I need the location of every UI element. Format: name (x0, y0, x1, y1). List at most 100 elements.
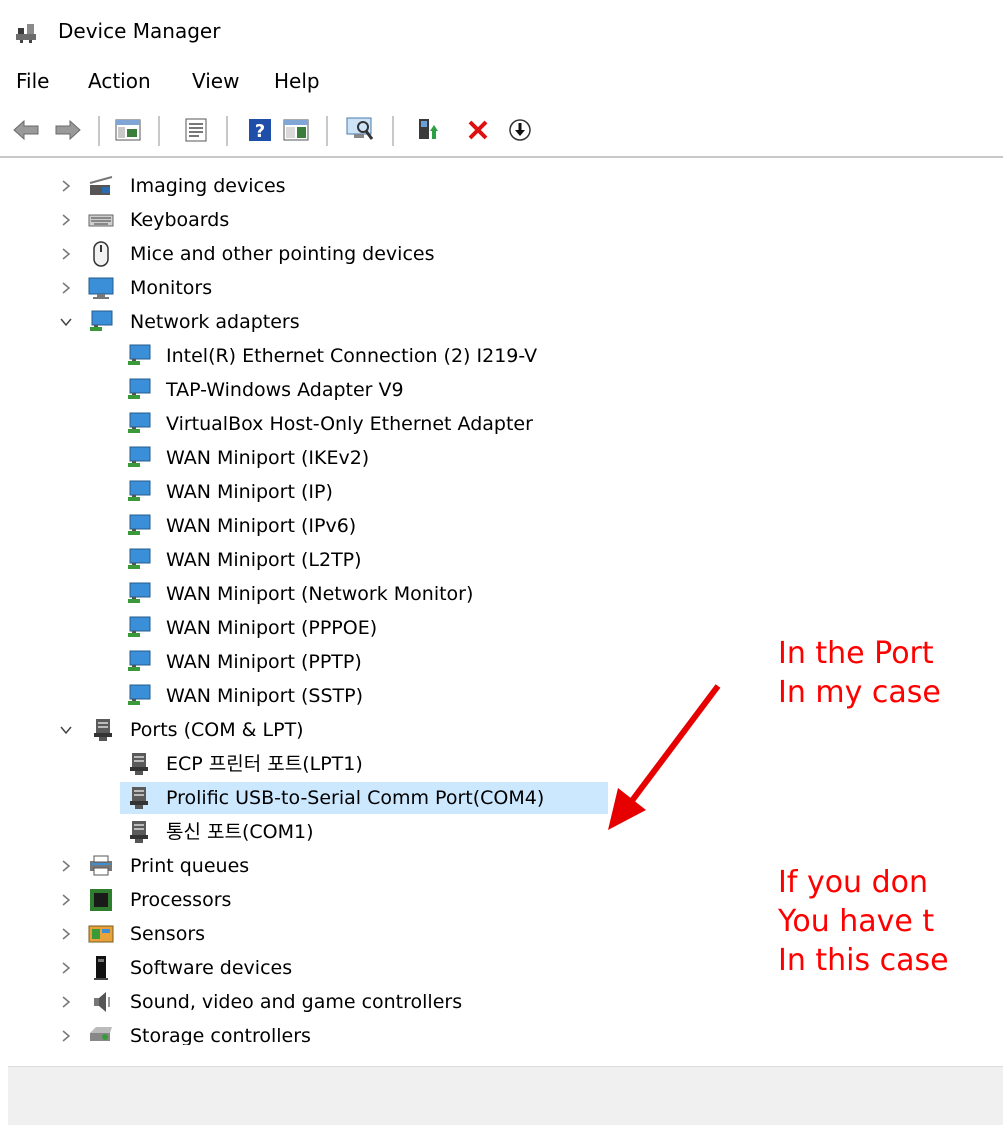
tree-item-print-queues[interactable]: Print queues (0, 849, 700, 883)
tree-item-software-devices[interactable]: Software devices (0, 951, 700, 985)
network-adapter-icon (128, 650, 151, 671)
action-pane-icon[interactable] (280, 114, 312, 146)
back-icon[interactable] (10, 114, 42, 146)
status-bar (8, 1066, 1003, 1125)
chevron-down-icon[interactable] (56, 305, 76, 339)
port-connector-icon (94, 719, 112, 741)
tree-item-network-child[interactable]: TAP-Windows Adapter V9 (0, 373, 700, 407)
toolbar-separator (392, 116, 394, 146)
tree-item-network-child[interactable]: VirtualBox Host-Only Ethernet Adapter (0, 407, 700, 441)
help-icon[interactable]: ? (244, 114, 276, 146)
chevron-right-icon[interactable] (56, 849, 76, 883)
port-connector-icon (130, 821, 148, 843)
chevron-down-icon[interactable] (56, 713, 76, 747)
tree-item-sensors[interactable]: Sensors (0, 917, 700, 951)
chevron-right-icon[interactable] (56, 271, 76, 305)
tree-item-label: WAN Miniport (SSTP) (166, 685, 363, 707)
disable-device-icon[interactable] (504, 114, 536, 146)
network-adapter-icon (128, 514, 151, 535)
tree-item-label: Intel(R) Ethernet Connection (2) I219-V (166, 345, 538, 367)
annotation-text: In this case (778, 943, 949, 978)
svg-text:?: ? (255, 121, 265, 142)
window-title: Device Manager (58, 19, 221, 43)
tree-item-network-child[interactable]: WAN Miniport (PPTP) (0, 645, 700, 679)
uninstall-icon[interactable] (462, 114, 494, 146)
chevron-right-icon[interactable] (56, 169, 76, 203)
update-driver-icon[interactable] (412, 114, 444, 146)
tree-item-sound[interactable]: Sound, video and game controllers (0, 985, 700, 1019)
speaker-icon (94, 992, 110, 1012)
tree-item-label: Monitors (130, 277, 213, 299)
network-adapter-icon (128, 480, 151, 501)
software-device-icon (94, 956, 108, 980)
network-adapter-icon (128, 344, 151, 365)
show-hide-console-tree-icon[interactable] (112, 114, 144, 146)
tree-item-imaging-devices[interactable]: Imaging devices (0, 169, 700, 203)
tree-item-label: Keyboards (130, 209, 230, 231)
tree-item-label: Print queues (130, 855, 250, 877)
tree-item-monitors[interactable]: Monitors (0, 271, 700, 305)
chevron-right-icon[interactable] (56, 917, 76, 951)
network-adapter-icon (128, 446, 151, 467)
chevron-right-icon[interactable] (56, 951, 76, 985)
menu-action[interactable]: Action (88, 64, 151, 98)
storage-controller-icon (90, 1027, 112, 1041)
network-adapter-icon (128, 582, 151, 603)
tree-item-label: Sound, video and game controllers (130, 991, 463, 1013)
properties-icon[interactable] (180, 114, 212, 146)
tree-item-network-child[interactable]: WAN Miniport (PPPOE) (0, 611, 700, 645)
menu-view[interactable]: View (192, 64, 239, 98)
processor-icon (90, 889, 112, 911)
tree-item-network-child[interactable]: WAN Miniport (IKEv2) (0, 441, 700, 475)
tree-item-label: WAN Miniport (PPTP) (166, 651, 362, 673)
chevron-right-icon[interactable] (56, 237, 76, 271)
tree-item-mice[interactable]: Mice and other pointing devices (0, 237, 700, 271)
tree-item-label: WAN Miniport (IPv6) (166, 515, 357, 537)
tree-item-label: Processors (130, 889, 232, 911)
port-connector-icon (130, 753, 148, 775)
port-connector-icon (130, 787, 148, 809)
network-adapter-icon (90, 310, 113, 331)
tree-item-label: ECP 프린터 포트(LPT1) (166, 753, 363, 775)
monitor-icon (88, 277, 114, 299)
tree-item-network-child[interactable]: WAN Miniport (Network Monitor) (0, 577, 700, 611)
toolbar-separator (98, 116, 100, 146)
network-adapter-icon (128, 684, 151, 705)
tree-item-storage-controllers[interactable]: Storage controllers (0, 1019, 700, 1045)
scan-hardware-changes-icon[interactable] (344, 114, 376, 146)
menu-bar: File Action View Help (0, 64, 1003, 98)
tree-item-label: WAN Miniport (Network Monitor) (166, 583, 474, 605)
tree-item-label: Storage controllers (130, 1025, 311, 1045)
keyboard-icon (88, 214, 114, 227)
tree-item-keyboards[interactable]: Keyboards (0, 203, 700, 237)
tree-item-label: Network adapters (130, 311, 300, 333)
tree-item-network-child[interactable]: Intel(R) Ethernet Connection (2) I219-V (0, 339, 700, 373)
tree-item-network-child[interactable]: WAN Miniport (L2TP) (0, 543, 700, 577)
forward-icon[interactable] (52, 114, 84, 146)
toolbar-separator (326, 116, 328, 146)
tree-item-network-child[interactable]: WAN Miniport (IP) (0, 475, 700, 509)
chevron-right-icon[interactable] (56, 883, 76, 917)
toolbar: ? (0, 104, 1003, 158)
network-adapter-icon (128, 412, 151, 433)
tree-item-label: WAN Miniport (L2TP) (166, 549, 362, 571)
tree-item-label: WAN Miniport (IKEv2) (166, 447, 370, 469)
chevron-right-icon[interactable] (56, 203, 76, 237)
tree-item-label: Sensors (130, 923, 206, 945)
mouse-icon (93, 241, 109, 267)
tree-item-network-adapters[interactable]: Network adapters (0, 305, 700, 339)
menu-help[interactable]: Help (274, 64, 320, 98)
tree-item-label: Mice and other pointing devices (130, 243, 435, 265)
title-bar: Device Manager (0, 0, 1003, 62)
tree-item-processors[interactable]: Processors (0, 883, 700, 917)
tree-item-network-child[interactable]: WAN Miniport (IPv6) (0, 509, 700, 543)
network-adapter-icon (128, 616, 151, 637)
network-adapter-icon (128, 548, 151, 569)
chevron-right-icon[interactable] (56, 1019, 76, 1045)
printer-icon (90, 855, 112, 876)
chevron-right-icon[interactable] (56, 985, 76, 1019)
menu-file[interactable]: File (16, 64, 49, 98)
tree-item-label: VirtualBox Host-Only Ethernet Adapter (166, 413, 533, 435)
tree-item-label: 통신 포트(COM1) (166, 821, 314, 843)
device-manager-icon (16, 24, 36, 43)
